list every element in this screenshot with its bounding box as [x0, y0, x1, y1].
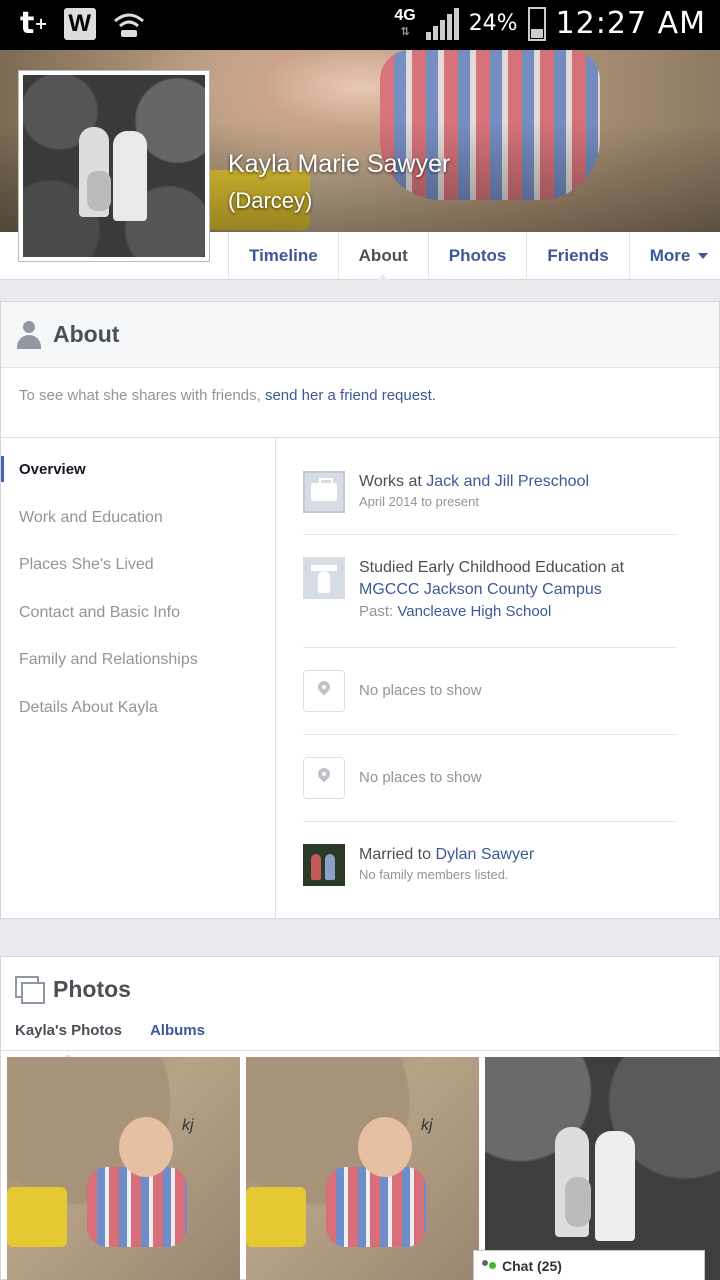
network-type-indicator: 4G ⇅	[394, 6, 416, 38]
wifi-icon	[113, 13, 144, 37]
tab-more[interactable]: More	[628, 232, 720, 280]
clock: 12:27 AM	[555, 6, 706, 41]
tab-friends[interactable]: Friends	[526, 232, 628, 280]
overview-place-row: No places to show	[303, 735, 677, 822]
tab-kaylas-photos[interactable]: Kayla's Photos	[15, 1021, 122, 1061]
side-nav-overview[interactable]: Overview	[1, 446, 275, 494]
overview-education-row: Studied Early Childhood Education at MGC…	[303, 535, 677, 648]
briefcase-icon	[303, 471, 345, 513]
status-bar: t+ W 4G ⇅ 24% 12:27 AM	[0, 0, 720, 50]
overview-list: Works at Jack and Jill Preschool April 2…	[303, 438, 677, 912]
battery-icon	[527, 6, 546, 41]
widget-w-icon: W	[63, 8, 96, 40]
chat-label: Chat (25)	[502, 1257, 562, 1274]
tab-about[interactable]: About	[337, 232, 428, 281]
profile-picture[interactable]	[18, 70, 210, 262]
photos-title: Photos	[53, 975, 131, 1002]
profile-nickname: (Darcey)	[228, 188, 313, 213]
side-nav-details[interactable]: Details About Kayla	[1, 684, 275, 732]
watermark-logo: kj	[182, 1117, 194, 1134]
side-nav-work-education[interactable]: Work and Education	[1, 494, 275, 542]
college-link[interactable]: MGCCC Jackson County Campus	[359, 581, 602, 598]
photos-tabs: Kayla's Photos Albums	[1, 1021, 719, 1061]
overview-relationship-row: Married to Dylan Sawyer No family member…	[303, 822, 677, 912]
friend-request-note: To see what she shares with friends, sen…	[1, 368, 719, 438]
tab-photos[interactable]: Photos	[427, 232, 527, 280]
spouse-avatar[interactable]	[303, 844, 345, 886]
work-dates: April 2014 to present	[359, 494, 479, 509]
tab-timeline[interactable]: Timeline	[228, 232, 338, 280]
signal-strength-icon	[425, 7, 459, 40]
send-friend-request-link[interactable]: send her a friend request.	[265, 387, 436, 404]
watermark-logo: kj	[421, 1117, 433, 1134]
photo-grid: kj kj	[7, 1057, 720, 1280]
employer-link[interactable]: Jack and Jill Preschool	[426, 473, 589, 490]
side-nav-family-relationships[interactable]: Family and Relationships	[1, 636, 275, 684]
chevron-down-icon	[698, 253, 709, 259]
high-school-link[interactable]: Vancleave High School	[397, 603, 551, 620]
about-title: About	[53, 321, 120, 347]
tab-albums[interactable]: Albums	[150, 1021, 205, 1050]
photo-thumbnail[interactable]: kj	[7, 1057, 240, 1280]
about-header: About	[1, 302, 719, 368]
side-nav-places-lived[interactable]: Places She's Lived	[1, 541, 275, 589]
photo-thumbnail[interactable]	[485, 1057, 720, 1280]
chat-bar[interactable]: Chat (25)	[473, 1250, 705, 1280]
about-section: About To see what she shares with friend…	[0, 301, 720, 919]
about-side-nav: Overview Work and Education Places She's…	[1, 438, 276, 918]
location-pin-icon	[303, 670, 345, 712]
overview-place-row: No places to show	[303, 648, 677, 735]
side-nav-contact-info[interactable]: Contact and Basic Info	[1, 589, 275, 637]
location-pin-icon	[303, 757, 345, 799]
tumblr-icon: t+	[20, 6, 48, 41]
photos-section: Photos Kayla's Photos Albums kj kj	[0, 956, 720, 1280]
graduation-cap-icon	[303, 557, 345, 599]
photos-icon	[15, 976, 45, 1004]
person-icon	[17, 320, 41, 349]
spouse-link[interactable]: Dylan Sawyer	[435, 846, 534, 863]
profile-name[interactable]: Kayla Marie Sawyer	[228, 150, 450, 179]
online-friends-icon	[482, 1259, 496, 1272]
overview-work-row: Works at Jack and Jill Preschool April 2…	[303, 438, 677, 535]
battery-percent: 24%	[468, 11, 518, 36]
photo-thumbnail[interactable]: kj	[246, 1057, 479, 1280]
